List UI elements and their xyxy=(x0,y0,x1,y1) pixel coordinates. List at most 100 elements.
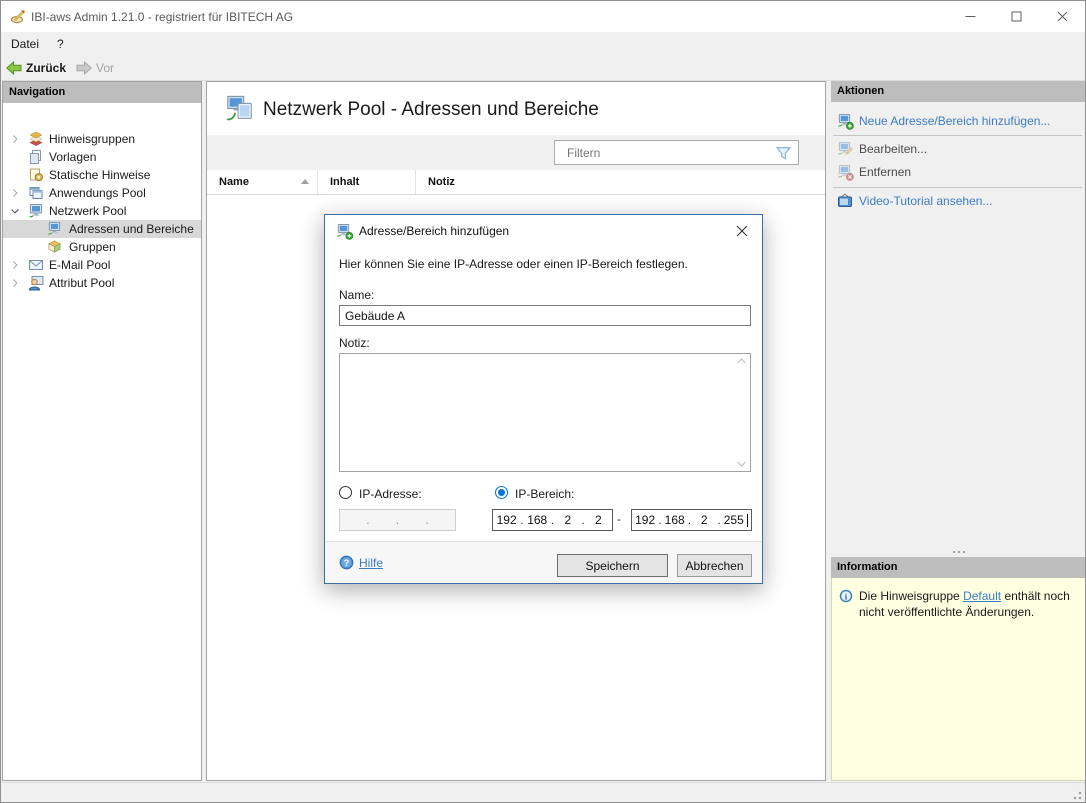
action-video-tutorial[interactable]: Video-Tutorial ansehen... xyxy=(831,193,1086,210)
navigation-tree: Hinweisgruppen Vorlagen Statische Hinwei… xyxy=(3,103,201,780)
dialog-title-bar: Adresse/Bereich hinzufügen xyxy=(325,215,762,247)
ip-range-radio[interactable] xyxy=(495,486,508,499)
help-icon xyxy=(339,555,354,570)
action-edit[interactable]: Bearbeiten... xyxy=(831,141,1086,158)
ip-address-radio[interactable] xyxy=(339,486,352,499)
filter-bar xyxy=(207,135,825,170)
ip-range-radio-label[interactable]: IP-Bereich: xyxy=(515,487,574,501)
resize-grip-icon[interactable] xyxy=(1070,788,1082,800)
actions-separator xyxy=(833,187,1082,188)
ip-range-end-input[interactable]: 192.168.2.255 xyxy=(631,509,752,531)
action-remove[interactable]: Entfernen xyxy=(831,164,1086,181)
minimize-icon xyxy=(965,11,976,22)
action-label: Entfernen xyxy=(859,165,911,179)
ip-single-input: ... xyxy=(339,509,456,531)
sidebar-item-label: Vorlagen xyxy=(49,150,96,164)
ip-range-start-input[interactable]: 192.168.2.2 xyxy=(492,509,613,531)
actions-separator xyxy=(833,135,1082,136)
textarea-scrollbar[interactable] xyxy=(734,355,749,470)
table-header: Name Inhalt Notiz xyxy=(207,170,825,195)
back-button[interactable]: Zurück xyxy=(1,59,71,77)
status-bar xyxy=(1,782,1085,803)
window-title: IBI-aws Admin 1.21.0 - registriert für I… xyxy=(31,10,293,24)
column-header-name[interactable]: Name xyxy=(207,170,318,194)
ip-address-radio-label[interactable]: IP-Adresse: xyxy=(359,487,422,501)
octet: 192 xyxy=(497,513,517,527)
chevron-right-icon[interactable] xyxy=(9,277,21,289)
sidebar-item-statische-hinweise[interactable]: Statische Hinweise xyxy=(3,166,201,184)
info-icon xyxy=(839,589,853,603)
filter-input[interactable] xyxy=(565,144,765,161)
filter-icon[interactable] xyxy=(775,145,792,162)
sidebar-item-netzwerk-pool[interactable]: Netzwerk Pool xyxy=(3,202,201,220)
group-box-icon xyxy=(47,239,62,254)
name-label: Name: xyxy=(339,288,374,302)
save-button[interactable]: Speichern xyxy=(557,554,668,577)
sidebar-item-label: Adressen und Bereiche xyxy=(69,222,194,236)
menu-help[interactable]: ? xyxy=(49,33,72,55)
sidebar-item-gruppen[interactable]: Gruppen xyxy=(3,238,201,256)
maximize-button[interactable] xyxy=(993,1,1039,32)
monitor-add-icon xyxy=(336,223,354,240)
sidebar-item-label: Hinweisgruppen xyxy=(49,132,135,146)
action-label: Video-Tutorial ansehen... xyxy=(859,194,992,208)
monitor-remove-icon xyxy=(837,164,854,181)
action-label: Bearbeiten... xyxy=(859,142,927,156)
actions-header: Aktionen xyxy=(831,81,1086,102)
title-bar: IBI-aws Admin 1.21.0 - registriert für I… xyxy=(1,1,1085,32)
forward-button[interactable]: Vor xyxy=(71,59,119,77)
column-label: Inhalt xyxy=(330,176,359,188)
column-label: Notiz xyxy=(428,176,455,188)
panel-splitter[interactable] xyxy=(831,547,1086,556)
mail-icon xyxy=(28,257,44,273)
note-textarea[interactable] xyxy=(339,353,751,472)
sidebar-item-label: Statische Hinweise xyxy=(49,168,150,182)
chevron-down-icon[interactable] xyxy=(9,205,21,217)
filter-field xyxy=(554,140,799,165)
close-icon xyxy=(1057,11,1068,22)
back-arrow-icon xyxy=(6,61,22,75)
information-header: Information xyxy=(831,557,1086,578)
layers-icon xyxy=(28,131,44,147)
note-label: Notiz: xyxy=(339,336,370,350)
chevron-right-icon[interactable] xyxy=(9,133,21,145)
action-add-address[interactable]: Neue Adresse/Bereich hinzufügen... xyxy=(831,113,1086,130)
sidebar-item-adressen-und-bereiche[interactable]: Adressen und Bereiche xyxy=(3,220,201,238)
chevron-right-icon[interactable] xyxy=(9,259,21,271)
sidebar-item-anwendungs-pool[interactable]: Anwendungs Pool xyxy=(3,184,201,202)
octet: 168 xyxy=(527,513,547,527)
chevron-right-icon[interactable] xyxy=(9,187,21,199)
sidebar-item-label: Anwendungs Pool xyxy=(49,186,146,200)
documents-icon xyxy=(28,149,44,165)
minimize-button[interactable] xyxy=(947,1,993,32)
sidebar-item-vorlagen[interactable]: Vorlagen xyxy=(3,148,201,166)
scroll-up-icon[interactable] xyxy=(736,357,747,365)
scroll-down-icon[interactable] xyxy=(736,460,747,468)
sidebar-item-hinweisgruppen[interactable]: Hinweisgruppen xyxy=(3,130,201,148)
column-label: Name xyxy=(219,176,249,188)
maximize-icon xyxy=(1011,11,1022,22)
action-label: Neue Adresse/Bereich hinzufügen... xyxy=(859,114,1050,128)
forward-label: Vor xyxy=(96,61,114,75)
default-group-link[interactable]: Default xyxy=(963,589,1001,603)
back-label: Zurück xyxy=(26,61,66,75)
close-icon xyxy=(736,225,748,237)
octet: 2 xyxy=(588,513,608,527)
sidebar-item-email-pool[interactable]: E-Mail Pool xyxy=(3,256,201,274)
column-header-notiz[interactable]: Notiz xyxy=(416,170,825,194)
information-message: Die Hinweisgruppe Default enthält noch n… xyxy=(859,588,1081,620)
close-button[interactable] xyxy=(1039,1,1085,32)
text-caret xyxy=(747,514,748,527)
menu-datei[interactable]: Datei xyxy=(1,33,49,55)
help-link[interactable]: Hilfe xyxy=(339,555,383,570)
octet: 2 xyxy=(694,513,714,527)
column-header-inhalt[interactable]: Inhalt xyxy=(318,170,416,194)
dialog-footer: Hilfe Speichern Abbrechen xyxy=(325,541,762,583)
sidebar-item-attribut-pool[interactable]: Attribut Pool xyxy=(3,274,201,292)
dialog-close-button[interactable] xyxy=(722,215,762,247)
monitor-add-icon xyxy=(837,113,854,130)
monitor-edit-icon xyxy=(837,141,854,158)
monitor-icon xyxy=(47,221,62,236)
cancel-button[interactable]: Abbrechen xyxy=(677,554,752,577)
name-input[interactable] xyxy=(339,305,751,326)
